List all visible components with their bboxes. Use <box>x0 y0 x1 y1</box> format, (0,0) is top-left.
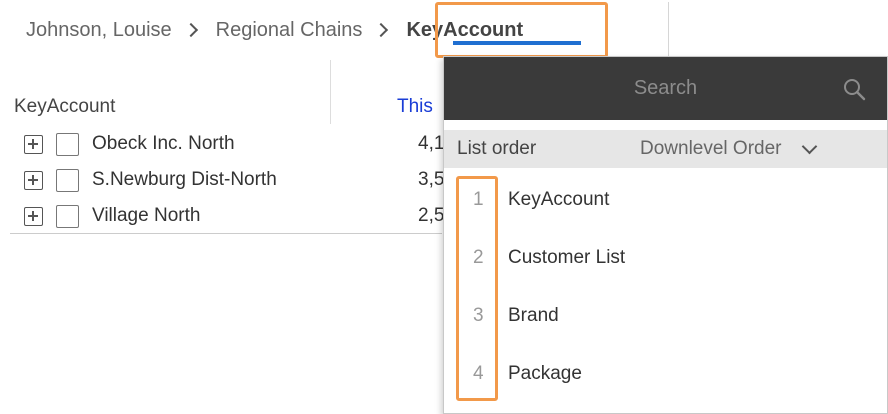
row-checkbox[interactable] <box>56 168 79 192</box>
list-item-label: Customer List <box>508 247 626 268</box>
chevron-right-icon <box>183 22 198 38</box>
row-value: 4,1 <box>418 133 445 154</box>
list-item-label: KeyAccount <box>508 189 610 210</box>
list-item-label: Brand <box>508 305 559 326</box>
list-order-value: Downlevel Order <box>640 138 782 159</box>
expand-icon[interactable] <box>24 170 43 190</box>
table-row[interactable]: Village North 2,5 <box>0 198 445 234</box>
table-row[interactable]: S.Newburg Dist-North 3,5 <box>0 162 445 198</box>
chevron-down-icon <box>801 138 817 154</box>
list-item-customer-list[interactable]: 2 Customer List <box>444 233 887 283</box>
column-header-keyaccount[interactable]: KeyAccount <box>14 96 115 118</box>
panel-search-bar <box>444 57 887 120</box>
row-name: Obeck Inc. North <box>92 133 235 154</box>
list-order-label: List order <box>457 138 537 159</box>
row-name: Village North <box>92 205 201 226</box>
column-header-this[interactable]: This <box>397 96 433 118</box>
breadcrumb-item-regional-chains[interactable]: Regional Chains <box>216 19 363 42</box>
search-input[interactable] <box>444 71 887 105</box>
list-order-select[interactable]: Downlevel Order <box>640 134 868 164</box>
divider <box>668 2 669 56</box>
list-item-package[interactable]: 4 Package <box>444 349 887 399</box>
level-dropdown-panel: List order Downlevel Order 1 KeyAccount … <box>443 56 888 414</box>
table-row[interactable]: Obeck Inc. North 4,1 <box>0 126 445 162</box>
list-item-label: Package <box>508 363 582 384</box>
row-value: 3,5 <box>418 169 445 190</box>
row-value: 2,5 <box>418 205 445 226</box>
row-name: S.Newburg Dist-North <box>92 169 277 190</box>
search-icon[interactable] <box>842 77 866 101</box>
highlight-box-breadcrumb <box>435 2 608 58</box>
list-item-keyaccount[interactable]: 1 KeyAccount <box>444 175 887 225</box>
row-checkbox[interactable] <box>56 204 79 228</box>
table-bottom-rule <box>10 233 442 234</box>
row-checkbox[interactable] <box>56 132 79 156</box>
list-order-bar: List order Downlevel Order <box>444 130 887 168</box>
expand-icon[interactable] <box>24 206 43 226</box>
column-divider <box>330 60 331 124</box>
list-item-brand[interactable]: 3 Brand <box>444 291 887 341</box>
breadcrumb-item-johnson[interactable]: Johnson, Louise <box>26 19 172 42</box>
highlight-box-numbers <box>456 176 498 401</box>
expand-icon[interactable] <box>24 134 43 154</box>
chevron-right-icon <box>374 22 389 38</box>
